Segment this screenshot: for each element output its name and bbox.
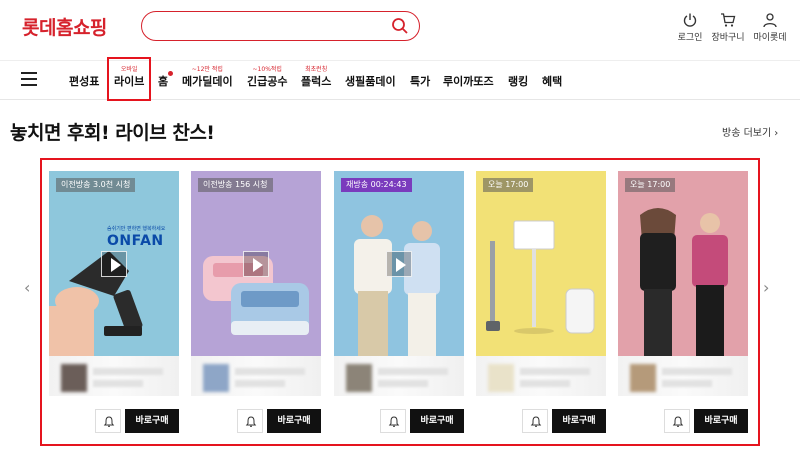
hamburger-menu-icon[interactable] (21, 72, 37, 86)
brand-logo: ONFAN (107, 233, 164, 249)
cart-button[interactable]: 장바구니 (708, 12, 748, 43)
header: 롯데홈쇼핑 로그인 장바구니 마이롯데 (0, 0, 800, 56)
login-label: 로그인 (677, 33, 703, 43)
more-broadcasts-link[interactable]: 방송 더보기 › (722, 124, 778, 139)
live-card[interactable]: ONFAN 숨쉬기만 편하면 행복하세요 이전방송 3.0천 시청 바로구매 (49, 171, 179, 438)
alarm-button[interactable] (380, 409, 406, 433)
product-info-blurred[interactable] (191, 356, 321, 396)
product-info-blurred[interactable] (476, 356, 606, 396)
mylotte-button[interactable]: 마이롯데 (750, 12, 790, 43)
alarm-button[interactable] (664, 409, 690, 433)
card-thumbnail[interactable]: 재방송 00:24:43 (334, 171, 464, 356)
buy-now-button[interactable]: 바로구매 (125, 409, 179, 433)
nav-item-benefit[interactable]: 혜택 (542, 73, 562, 89)
bell-icon (388, 416, 400, 427)
new-dot-icon (168, 71, 174, 76)
product-info-blurred[interactable] (618, 356, 748, 396)
search-box[interactable] (141, 11, 420, 41)
play-icon[interactable] (243, 251, 269, 277)
nav-item-louis[interactable]: 루이까또즈 (443, 73, 494, 89)
play-icon[interactable] (386, 251, 412, 277)
product-info-blurred[interactable] (334, 356, 464, 396)
logo[interactable]: 롯데홈쇼핑 (22, 13, 107, 40)
buy-now-button[interactable]: 바로구매 (410, 409, 464, 433)
cart-icon (721, 13, 736, 27)
live-card[interactable]: 오늘 17:00 바로구매 (476, 171, 606, 438)
carousel-next-icon[interactable]: › (763, 278, 769, 297)
replay-badge: 재방송 00:24:43 (341, 178, 412, 192)
card-thumbnail[interactable]: 오늘 17:00 (476, 171, 606, 356)
brand-caption: 숨쉬기만 편하면 행복하세요 (107, 226, 166, 232)
nav-item-flux[interactable]: 최초런칭 플럭스 (301, 66, 331, 89)
nav-item-home[interactable]: 홈 (158, 71, 174, 89)
buy-now-button[interactable]: 바로구매 (694, 409, 748, 433)
highlight-box-live (107, 57, 151, 101)
cart-label: 장바구니 (711, 33, 745, 43)
play-icon[interactable] (101, 251, 127, 277)
live-card[interactable]: 이전방송 156 시청 바로구매 (191, 171, 321, 438)
section-title: 놓치면 후회! 라이브 찬스! (10, 122, 215, 144)
carousel-prev-icon[interactable]: ‹ (24, 278, 30, 297)
login-button[interactable]: 로그인 (670, 12, 710, 43)
broadcast-badge: 오늘 17:00 (625, 178, 676, 192)
alarm-button[interactable] (237, 409, 263, 433)
live-card[interactable]: 재방송 00:24:43 바로구매 (334, 171, 464, 438)
home-appliances-image (486, 220, 595, 334)
card-thumbnail[interactable]: 이전방송 156 시청 (191, 171, 321, 356)
search-input[interactable] (156, 16, 386, 36)
bell-icon (530, 416, 542, 427)
alarm-button[interactable] (95, 409, 121, 433)
nav-item-megadeal[interactable]: ~12만 적립 메가딜데이 (182, 66, 233, 89)
product-info-blurred[interactable] (49, 356, 179, 396)
nav-item-daily[interactable]: 생필품데이 (345, 73, 396, 89)
power-icon (683, 13, 697, 27)
search-icon[interactable] (391, 17, 409, 35)
buy-now-button[interactable]: 바로구매 (552, 409, 606, 433)
bell-icon (103, 416, 115, 427)
nav-item-schedule[interactable]: 편성표 (69, 73, 99, 89)
live-card[interactable]: 오늘 17:00 바로구매 (618, 171, 748, 438)
nav-item-ranking[interactable]: 랭킹 (508, 73, 528, 89)
women-fashion-image (640, 208, 728, 356)
broadcast-badge: 오늘 17:00 (483, 178, 534, 192)
buy-now-button[interactable]: 바로구매 (267, 409, 321, 433)
nav-item-special[interactable]: 특가 (410, 73, 430, 89)
alarm-button[interactable] (522, 409, 548, 433)
card-thumbnail[interactable]: 오늘 17:00 (618, 171, 748, 356)
user-icon (763, 13, 777, 28)
broadcast-badge: 이전방송 156 시청 (198, 178, 273, 192)
nav-item-urgent[interactable]: ~10%적립 긴급공수 (247, 66, 287, 89)
mylotte-label: 마이롯데 (753, 33, 787, 43)
bell-icon (672, 416, 684, 427)
card-thumbnail[interactable]: ONFAN 숨쉬기만 편하면 행복하세요 이전방송 3.0천 시청 (49, 171, 179, 356)
chevron-right-icon: › (774, 128, 779, 139)
bell-icon (245, 416, 257, 427)
broadcast-badge: 이전방송 3.0천 시청 (56, 178, 136, 192)
